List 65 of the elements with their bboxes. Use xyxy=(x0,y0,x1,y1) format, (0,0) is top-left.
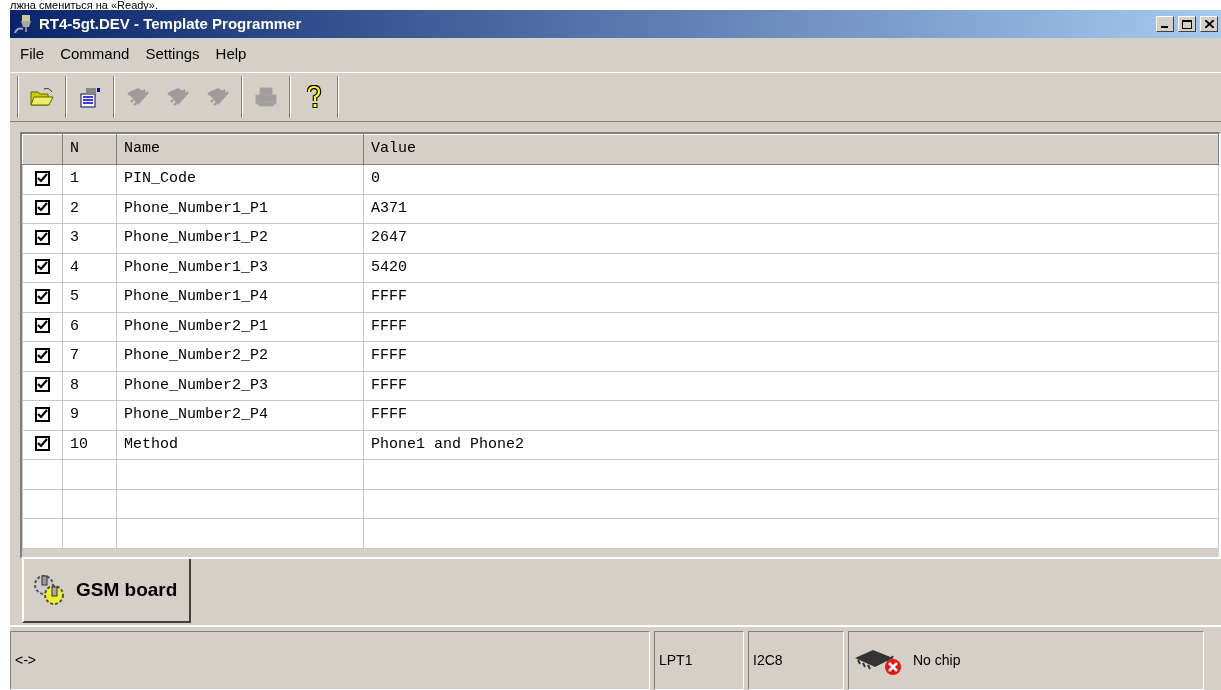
checkbox[interactable] xyxy=(35,288,50,304)
checkbox[interactable] xyxy=(35,377,50,393)
folder-icon xyxy=(30,87,54,107)
table-cell: 9 xyxy=(62,400,117,430)
checkbox[interactable] xyxy=(35,170,50,186)
table-cell: Phone_Number2_P1 xyxy=(116,312,364,342)
checkbox[interactable] xyxy=(35,347,50,363)
chip-icon xyxy=(205,86,231,108)
table-cell: 7 xyxy=(62,341,117,371)
table-cell: 2 xyxy=(62,194,117,224)
column-header[interactable]: Value xyxy=(363,134,1219,165)
table-cell: Phone_Number1_P3 xyxy=(116,253,364,283)
checkbox[interactable] xyxy=(35,259,50,275)
status-bus: I2C8 xyxy=(748,631,844,690)
checkbox[interactable] xyxy=(35,200,50,216)
table-cell: Phone_Number2_P4 xyxy=(116,400,364,430)
tab[interactable]: GSM board xyxy=(22,559,192,623)
table-cell: PIN_Code xyxy=(116,164,364,194)
table-cell: 6 xyxy=(62,312,117,342)
maximize-button[interactable] xyxy=(1178,16,1196,32)
menu-item[interactable]: Help xyxy=(207,40,255,68)
table-cell: Phone_Number2_P2 xyxy=(116,341,364,371)
printer-icon xyxy=(254,86,278,108)
column-header[interactable]: N xyxy=(62,134,117,165)
menu-item[interactable]: Settings xyxy=(137,40,208,68)
table-cell: 5 xyxy=(62,282,117,312)
table-cell: FFFF xyxy=(363,400,1219,430)
checkbox[interactable] xyxy=(35,406,50,422)
minimize-button[interactable] xyxy=(1156,16,1174,32)
table-cell: FFFF xyxy=(363,371,1219,401)
table-cell: 8 xyxy=(62,371,117,401)
chip-status: No chip xyxy=(913,651,961,670)
window-title: RT4-5gt.DEV - Template Programmer xyxy=(39,13,302,34)
column-header[interactable]: Name xyxy=(116,134,364,165)
close-icon xyxy=(1204,20,1214,28)
table-cell: 3 xyxy=(62,223,117,253)
table-cell: Phone_Number1_P2 xyxy=(116,223,364,253)
menu-item[interactable]: Command xyxy=(52,40,138,68)
menu-item[interactable]: File xyxy=(12,40,53,68)
table-cell: Phone_Number1_P1 xyxy=(116,194,364,224)
table-cell: 1 xyxy=(62,164,117,194)
table-cell: 0 xyxy=(363,164,1219,194)
checkbox[interactable] xyxy=(35,229,50,245)
status-message: <-> xyxy=(10,631,650,690)
table-cell: 5420 xyxy=(363,253,1219,283)
document-icon xyxy=(78,86,102,108)
table-cell: FFFF xyxy=(363,312,1219,342)
table-cell: Phone1 and Phone2 xyxy=(363,430,1219,460)
checkbox[interactable] xyxy=(35,318,50,334)
maximize-icon xyxy=(1182,19,1192,29)
chip-icon xyxy=(165,86,191,108)
chip-icon xyxy=(125,86,151,108)
question-mark-icon xyxy=(306,85,322,109)
table-cell: 2647 xyxy=(363,223,1219,253)
table-cell: Method xyxy=(116,430,364,460)
table-cell: Phone_Number2_P3 xyxy=(116,371,364,401)
close-button[interactable] xyxy=(1200,16,1218,32)
status-port: LPT1 xyxy=(654,631,744,690)
table-cell: 4 xyxy=(62,253,117,283)
table-cell: FFFF xyxy=(363,341,1219,371)
table-cell: FFFF xyxy=(363,282,1219,312)
table-cell: A371 xyxy=(363,194,1219,224)
table-cell: 10 xyxy=(62,430,117,460)
table-cell: Phone_Number1_P4 xyxy=(116,282,364,312)
checkbox[interactable] xyxy=(35,436,50,452)
